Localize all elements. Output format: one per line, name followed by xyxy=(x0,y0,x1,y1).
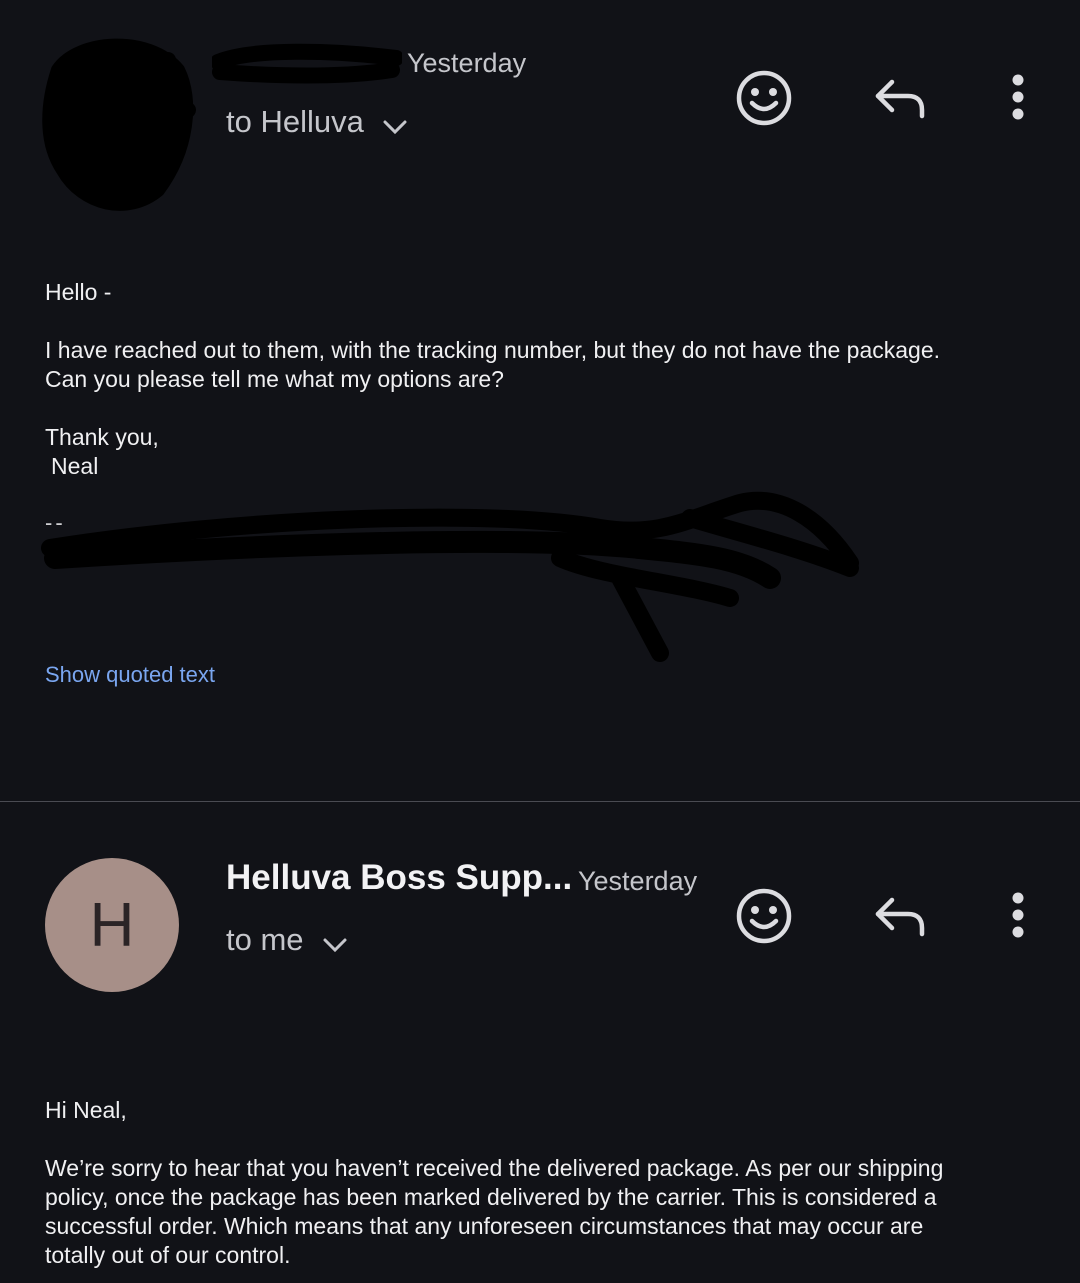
chevron-down-icon xyxy=(323,938,347,953)
more-vertical-icon[interactable] xyxy=(1004,891,1032,941)
chevron-down-icon xyxy=(383,120,407,135)
sender-name-redacted xyxy=(212,43,402,84)
message-time: Yesterday xyxy=(407,48,527,78)
recipients-label: to me xyxy=(226,922,304,957)
recipients-toggle[interactable]: to Helluva xyxy=(226,104,408,140)
avatar[interactable]: H xyxy=(45,858,179,992)
signature-name: Neal xyxy=(51,453,99,479)
sender-name[interactable]: Helluva Boss Supp... xyxy=(226,858,572,898)
reply-icon[interactable] xyxy=(872,76,928,120)
greeting: Hello - xyxy=(45,279,112,305)
sender-avatar-redacted[interactable] xyxy=(38,30,198,215)
message-divider xyxy=(0,801,1080,802)
body-line: We’re sorry to hear that you haven’t rec… xyxy=(45,1155,944,1181)
recipients-toggle[interactable]: to me xyxy=(226,922,348,958)
body-line: Can you please tell me what my options a… xyxy=(45,366,504,392)
reply-icon[interactable] xyxy=(872,894,928,938)
signature-redacted xyxy=(41,491,859,662)
smiley-icon[interactable] xyxy=(735,69,793,127)
body-line: successful order. Which means that any u… xyxy=(45,1213,924,1239)
email-thread: Yesterday to Helluva Hello - I have reac… xyxy=(0,0,1080,1283)
body-line: I have reached out to them, with the tra… xyxy=(45,337,941,363)
closing: Thank you, xyxy=(45,424,159,450)
avatar-letter: H xyxy=(89,890,135,960)
message-time: Yesterday xyxy=(578,866,698,896)
body-line: totally out of our control. xyxy=(45,1242,291,1268)
recipients-label: to Helluva xyxy=(226,104,364,139)
message-body: Hi Neal, We’re sorry to hear that you ha… xyxy=(45,1096,1035,1270)
more-vertical-icon[interactable] xyxy=(1004,73,1032,123)
greeting: Hi Neal, xyxy=(45,1097,127,1123)
body-line: policy, once the package has been marked… xyxy=(45,1184,937,1210)
smiley-icon[interactable] xyxy=(735,887,793,945)
message-body: Hello - I have reached out to them, with… xyxy=(45,278,1035,481)
show-quoted-text-link[interactable]: Show quoted text xyxy=(45,662,215,688)
